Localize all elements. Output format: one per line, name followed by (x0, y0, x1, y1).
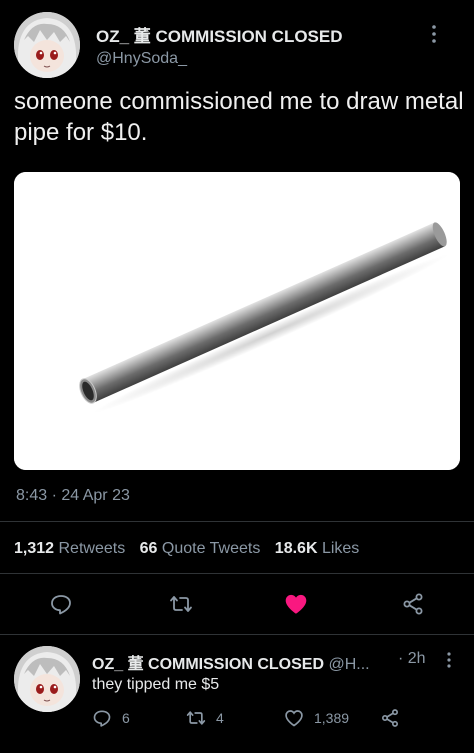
reply-reply-count: 6 (122, 710, 130, 726)
retweet-icon (170, 596, 192, 612)
share-icon (382, 709, 398, 727)
reply-author-name[interactable]: OZ_ 董 COMMISSION CLOSED (92, 656, 324, 673)
likes-label: Likes (321, 540, 360, 557)
reply-like-count: 1,389 (314, 710, 350, 726)
reply-retweet-button[interactable]: 4 (186, 708, 224, 728)
tweet-stats: 1,312 Retweets 66 Quote Tweets 18.6K Lik… (14, 540, 369, 558)
tweet-text: someone commissioned me to draw metal pi… (14, 88, 464, 146)
reply-share-button[interactable] (380, 708, 400, 728)
retweet-button[interactable] (168, 591, 194, 617)
reply-time[interactable]: · 2h (398, 650, 426, 668)
reply-button[interactable] (48, 591, 74, 617)
likes-count: 18.6K (274, 540, 318, 557)
like-button[interactable] (283, 591, 309, 617)
quote-tweets-label: Quote Tweets (161, 540, 261, 557)
reply-like-button[interactable]: 1,389 (284, 708, 349, 728)
author-handle[interactable]: @HnySoda_ (96, 50, 187, 68)
reply-author-avatar[interactable] (14, 646, 80, 712)
retweets-count: 1,312 (14, 540, 55, 557)
author-avatar[interactable] (14, 12, 80, 78)
reply-header: OZ_ 董 COMMISSION CLOSED @H... (92, 650, 370, 674)
tweet-image[interactable] (14, 172, 460, 470)
author-name[interactable]: OZ_ 董 COMMISSION CLOSED (96, 22, 343, 47)
tweet-timestamp[interactable]: 8:43 · 24 Apr 23 (16, 487, 130, 505)
likes-stat[interactable]: 18.6K Likes (275, 540, 360, 558)
retweets-label: Retweets (58, 540, 126, 557)
share-icon (403, 593, 423, 615)
retweets-stat[interactable]: 1,312 Retweets (14, 540, 125, 558)
quote-tweets-stat[interactable]: 66 Quote Tweets (140, 540, 261, 558)
divider (0, 521, 474, 522)
divider (0, 634, 474, 635)
more-vertical-icon[interactable] (428, 22, 440, 46)
share-button[interactable] (400, 591, 426, 617)
reply-retweet-count: 4 (216, 710, 224, 726)
divider (0, 573, 474, 574)
comment-icon (51, 595, 71, 615)
quote-tweets-count: 66 (139, 540, 158, 557)
reply-reply-button[interactable]: 6 (92, 708, 130, 728)
more-vertical-icon[interactable] (444, 650, 454, 670)
comment-icon (93, 710, 111, 727)
heart-icon (285, 710, 303, 727)
reply-tweet[interactable]: OZ_ 董 COMMISSION CLOSED @H... · 2h they … (0, 636, 474, 753)
reply-text: they tipped me $5 (92, 676, 220, 693)
reply-author-handle[interactable]: @H... (328, 656, 369, 673)
heart-icon (285, 594, 307, 614)
retweet-icon (186, 711, 206, 725)
